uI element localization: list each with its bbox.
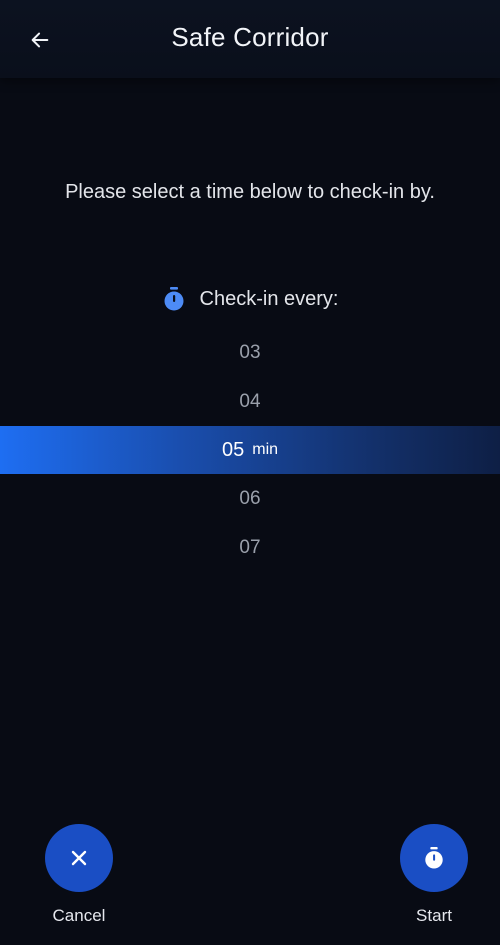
- picker-option[interactable]: 06: [0, 475, 500, 523]
- stopwatch-icon: [425, 847, 443, 869]
- cancel-button[interactable]: [45, 824, 113, 892]
- picker-option-selected[interactable]: 05 min: [0, 426, 500, 474]
- unit-label: min: [252, 441, 279, 458]
- start-label: Start: [416, 906, 452, 925]
- picker-option[interactable]: 04: [0, 378, 500, 426]
- instruction-text: Please select a time below to check-in b…: [65, 181, 435, 203]
- cancel-label: Cancel: [52, 906, 106, 925]
- checkin-label: Check-in every:: [199, 287, 339, 310]
- checkin-label-row: Check-in every:: [0, 286, 500, 312]
- app-header: Safe Corridor: [0, 0, 500, 78]
- stopwatch-icon: [162, 286, 186, 312]
- start-button[interactable]: [400, 824, 468, 892]
- close-icon: [71, 850, 87, 866]
- picker-option[interactable]: 07: [0, 524, 500, 572]
- selected-value: 05: [221, 438, 245, 461]
- picker-option[interactable]: 03: [0, 329, 500, 377]
- page-title: Safe Corridor: [171, 22, 329, 52]
